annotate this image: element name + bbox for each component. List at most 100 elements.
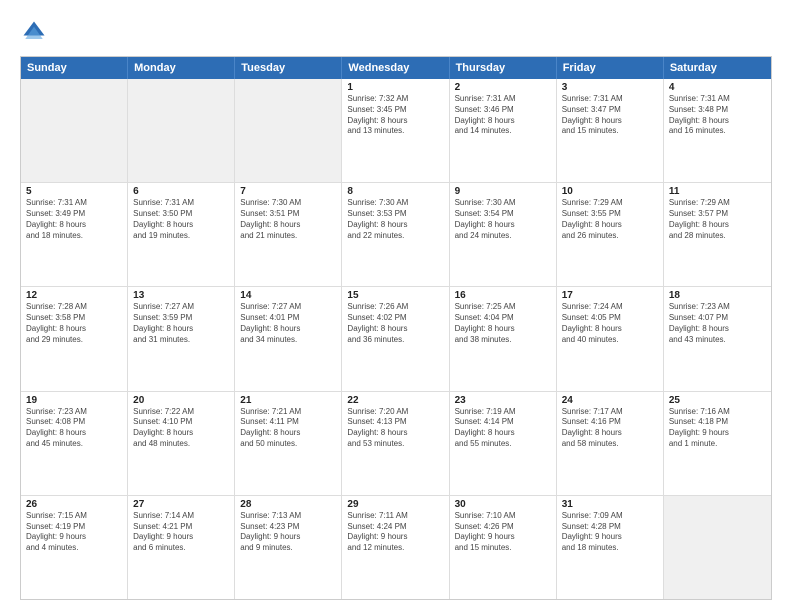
day-number: 17 — [562, 290, 658, 301]
empty-cell — [235, 79, 342, 182]
day-info: Sunrise: 7:20 AM Sunset: 4:13 PM Dayligh… — [347, 407, 443, 450]
day-info: Sunrise: 7:19 AM Sunset: 4:14 PM Dayligh… — [455, 407, 551, 450]
day-cell-4: 4Sunrise: 7:31 AM Sunset: 3:48 PM Daylig… — [664, 79, 771, 182]
calendar: SundayMondayTuesdayWednesdayThursdayFrid… — [20, 56, 772, 600]
day-cell-27: 27Sunrise: 7:14 AM Sunset: 4:21 PM Dayli… — [128, 496, 235, 599]
day-info: Sunrise: 7:25 AM Sunset: 4:04 PM Dayligh… — [455, 302, 551, 345]
day-number: 24 — [562, 395, 658, 406]
day-number: 28 — [240, 499, 336, 510]
day-cell-7: 7Sunrise: 7:30 AM Sunset: 3:51 PM Daylig… — [235, 183, 342, 286]
day-cell-6: 6Sunrise: 7:31 AM Sunset: 3:50 PM Daylig… — [128, 183, 235, 286]
day-number: 31 — [562, 499, 658, 510]
calendar-header: SundayMondayTuesdayWednesdayThursdayFrid… — [21, 57, 771, 79]
day-number: 7 — [240, 186, 336, 197]
day-number: 23 — [455, 395, 551, 406]
day-cell-10: 10Sunrise: 7:29 AM Sunset: 3:55 PM Dayli… — [557, 183, 664, 286]
day-cell-2: 2Sunrise: 7:31 AM Sunset: 3:46 PM Daylig… — [450, 79, 557, 182]
weekday-header-saturday: Saturday — [664, 57, 771, 79]
day-number: 8 — [347, 186, 443, 197]
empty-cell — [21, 79, 128, 182]
day-number: 6 — [133, 186, 229, 197]
day-info: Sunrise: 7:16 AM Sunset: 4:18 PM Dayligh… — [669, 407, 766, 450]
day-cell-3: 3Sunrise: 7:31 AM Sunset: 3:47 PM Daylig… — [557, 79, 664, 182]
day-info: Sunrise: 7:32 AM Sunset: 3:45 PM Dayligh… — [347, 94, 443, 137]
calendar-row-0: 1Sunrise: 7:32 AM Sunset: 3:45 PM Daylig… — [21, 79, 771, 182]
weekday-header-wednesday: Wednesday — [342, 57, 449, 79]
day-info: Sunrise: 7:27 AM Sunset: 4:01 PM Dayligh… — [240, 302, 336, 345]
day-cell-16: 16Sunrise: 7:25 AM Sunset: 4:04 PM Dayli… — [450, 287, 557, 390]
day-info: Sunrise: 7:31 AM Sunset: 3:50 PM Dayligh… — [133, 198, 229, 241]
day-number: 10 — [562, 186, 658, 197]
day-cell-1: 1Sunrise: 7:32 AM Sunset: 3:45 PM Daylig… — [342, 79, 449, 182]
day-cell-12: 12Sunrise: 7:28 AM Sunset: 3:58 PM Dayli… — [21, 287, 128, 390]
logo-icon — [20, 18, 48, 46]
day-info: Sunrise: 7:14 AM Sunset: 4:21 PM Dayligh… — [133, 511, 229, 554]
day-number: 26 — [26, 499, 122, 510]
day-number: 13 — [133, 290, 229, 301]
day-number: 4 — [669, 82, 766, 93]
day-info: Sunrise: 7:30 AM Sunset: 3:51 PM Dayligh… — [240, 198, 336, 241]
day-cell-15: 15Sunrise: 7:26 AM Sunset: 4:02 PM Dayli… — [342, 287, 449, 390]
day-cell-17: 17Sunrise: 7:24 AM Sunset: 4:05 PM Dayli… — [557, 287, 664, 390]
day-info: Sunrise: 7:29 AM Sunset: 3:55 PM Dayligh… — [562, 198, 658, 241]
day-info: Sunrise: 7:22 AM Sunset: 4:10 PM Dayligh… — [133, 407, 229, 450]
day-cell-18: 18Sunrise: 7:23 AM Sunset: 4:07 PM Dayli… — [664, 287, 771, 390]
day-info: Sunrise: 7:21 AM Sunset: 4:11 PM Dayligh… — [240, 407, 336, 450]
logo — [20, 18, 52, 46]
day-info: Sunrise: 7:30 AM Sunset: 3:53 PM Dayligh… — [347, 198, 443, 241]
day-info: Sunrise: 7:13 AM Sunset: 4:23 PM Dayligh… — [240, 511, 336, 554]
weekday-header-tuesday: Tuesday — [235, 57, 342, 79]
day-number: 14 — [240, 290, 336, 301]
day-info: Sunrise: 7:31 AM Sunset: 3:47 PM Dayligh… — [562, 94, 658, 137]
day-info: Sunrise: 7:23 AM Sunset: 4:08 PM Dayligh… — [26, 407, 122, 450]
day-info: Sunrise: 7:26 AM Sunset: 4:02 PM Dayligh… — [347, 302, 443, 345]
day-info: Sunrise: 7:09 AM Sunset: 4:28 PM Dayligh… — [562, 511, 658, 554]
day-info: Sunrise: 7:11 AM Sunset: 4:24 PM Dayligh… — [347, 511, 443, 554]
header — [20, 18, 772, 46]
day-number: 9 — [455, 186, 551, 197]
day-info: Sunrise: 7:23 AM Sunset: 4:07 PM Dayligh… — [669, 302, 766, 345]
day-cell-23: 23Sunrise: 7:19 AM Sunset: 4:14 PM Dayli… — [450, 392, 557, 495]
weekday-header-thursday: Thursday — [450, 57, 557, 79]
day-info: Sunrise: 7:24 AM Sunset: 4:05 PM Dayligh… — [562, 302, 658, 345]
day-cell-24: 24Sunrise: 7:17 AM Sunset: 4:16 PM Dayli… — [557, 392, 664, 495]
empty-cell — [664, 496, 771, 599]
day-number: 22 — [347, 395, 443, 406]
day-info: Sunrise: 7:29 AM Sunset: 3:57 PM Dayligh… — [669, 198, 766, 241]
calendar-row-3: 19Sunrise: 7:23 AM Sunset: 4:08 PM Dayli… — [21, 391, 771, 495]
day-number: 19 — [26, 395, 122, 406]
day-info: Sunrise: 7:31 AM Sunset: 3:48 PM Dayligh… — [669, 94, 766, 137]
calendar-body: 1Sunrise: 7:32 AM Sunset: 3:45 PM Daylig… — [21, 79, 771, 599]
day-info: Sunrise: 7:31 AM Sunset: 3:46 PM Dayligh… — [455, 94, 551, 137]
day-info: Sunrise: 7:31 AM Sunset: 3:49 PM Dayligh… — [26, 198, 122, 241]
day-cell-28: 28Sunrise: 7:13 AM Sunset: 4:23 PM Dayli… — [235, 496, 342, 599]
day-info: Sunrise: 7:15 AM Sunset: 4:19 PM Dayligh… — [26, 511, 122, 554]
day-number: 30 — [455, 499, 551, 510]
weekday-header-friday: Friday — [557, 57, 664, 79]
day-number: 2 — [455, 82, 551, 93]
day-number: 12 — [26, 290, 122, 301]
calendar-row-1: 5Sunrise: 7:31 AM Sunset: 3:49 PM Daylig… — [21, 182, 771, 286]
page: SundayMondayTuesdayWednesdayThursdayFrid… — [0, 0, 792, 612]
day-number: 15 — [347, 290, 443, 301]
day-number: 29 — [347, 499, 443, 510]
day-number: 20 — [133, 395, 229, 406]
day-cell-31: 31Sunrise: 7:09 AM Sunset: 4:28 PM Dayli… — [557, 496, 664, 599]
day-cell-20: 20Sunrise: 7:22 AM Sunset: 4:10 PM Dayli… — [128, 392, 235, 495]
day-cell-5: 5Sunrise: 7:31 AM Sunset: 3:49 PM Daylig… — [21, 183, 128, 286]
day-info: Sunrise: 7:27 AM Sunset: 3:59 PM Dayligh… — [133, 302, 229, 345]
calendar-row-4: 26Sunrise: 7:15 AM Sunset: 4:19 PM Dayli… — [21, 495, 771, 599]
day-number: 1 — [347, 82, 443, 93]
day-number: 27 — [133, 499, 229, 510]
day-cell-14: 14Sunrise: 7:27 AM Sunset: 4:01 PM Dayli… — [235, 287, 342, 390]
empty-cell — [128, 79, 235, 182]
day-cell-21: 21Sunrise: 7:21 AM Sunset: 4:11 PM Dayli… — [235, 392, 342, 495]
day-cell-26: 26Sunrise: 7:15 AM Sunset: 4:19 PM Dayli… — [21, 496, 128, 599]
day-info: Sunrise: 7:10 AM Sunset: 4:26 PM Dayligh… — [455, 511, 551, 554]
day-cell-9: 9Sunrise: 7:30 AM Sunset: 3:54 PM Daylig… — [450, 183, 557, 286]
day-number: 18 — [669, 290, 766, 301]
weekday-header-sunday: Sunday — [21, 57, 128, 79]
day-cell-25: 25Sunrise: 7:16 AM Sunset: 4:18 PM Dayli… — [664, 392, 771, 495]
day-cell-29: 29Sunrise: 7:11 AM Sunset: 4:24 PM Dayli… — [342, 496, 449, 599]
day-number: 16 — [455, 290, 551, 301]
